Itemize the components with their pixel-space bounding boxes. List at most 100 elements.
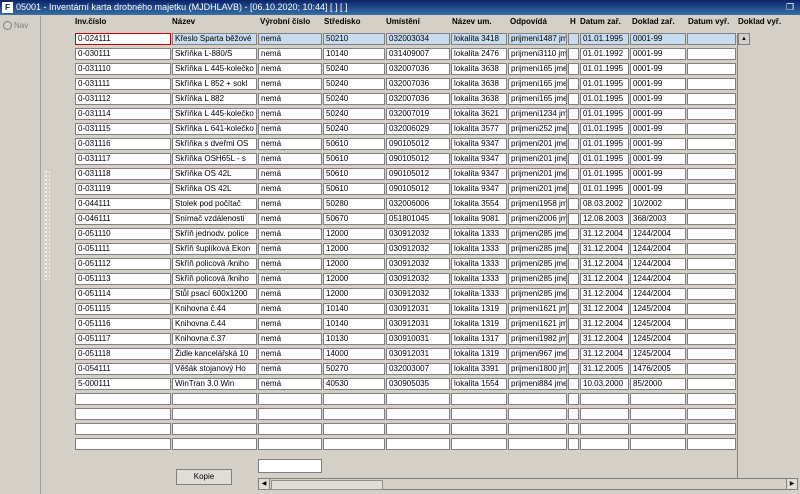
table-cell[interactable] — [172, 408, 257, 420]
table-cell[interactable]: lokalita 3638 — [451, 78, 507, 90]
table-cell[interactable]: 031409007 — [386, 48, 450, 60]
table-cell[interactable] — [568, 258, 579, 270]
table-cell[interactable]: prijmeni285 jmeno — [508, 273, 567, 285]
table-cell[interactable] — [580, 438, 629, 450]
table-cell[interactable]: 0-044111 — [75, 198, 171, 210]
table-cell[interactable]: 50240 — [323, 78, 385, 90]
table-cell[interactable]: 368/2003 — [630, 213, 686, 225]
table-cell[interactable]: prijmeni884 jmeno — [508, 378, 567, 390]
table-cell[interactable]: 051801045 — [386, 213, 450, 225]
table-cell[interactable]: nemá — [258, 93, 322, 105]
table-cell[interactable]: 0001-99 — [630, 93, 686, 105]
table-cell[interactable] — [258, 408, 322, 420]
table-cell[interactable]: 31.12.2004 — [580, 228, 629, 240]
table-cell[interactable]: 0001-99 — [630, 153, 686, 165]
table-cell[interactable]: 032003007 — [386, 363, 450, 375]
table-cell[interactable]: prijmeni285 jmeno — [508, 258, 567, 270]
table-cell[interactable] — [687, 78, 736, 90]
table-cell[interactable] — [568, 408, 579, 420]
table-cell[interactable] — [687, 303, 736, 315]
table-cell[interactable]: lokalita 3418 — [451, 33, 507, 45]
table-cell[interactable]: nemá — [258, 153, 322, 165]
table-cell[interactable]: 0-051112 — [75, 258, 171, 270]
table-cell[interactable]: nemá — [258, 363, 322, 375]
table-cell[interactable]: 0001-99 — [630, 108, 686, 120]
table-cell[interactable] — [687, 273, 736, 285]
table-cell[interactable] — [568, 138, 579, 150]
table-cell[interactable]: 12000 — [323, 243, 385, 255]
table-cell[interactable]: 12000 — [323, 273, 385, 285]
table-cell[interactable] — [687, 138, 736, 150]
horizontal-scrollbar[interactable]: ◀ ▶ — [258, 478, 798, 490]
table-cell[interactable]: nemá — [258, 213, 322, 225]
table-cell[interactable]: 50240 — [323, 108, 385, 120]
table-cell[interactable]: nemá — [258, 378, 322, 390]
table-cell[interactable] — [687, 123, 736, 135]
table-cell[interactable] — [508, 423, 567, 435]
table-cell[interactable]: Židle kancelářská 10 — [172, 348, 257, 360]
table-cell[interactable] — [580, 423, 629, 435]
table-cell[interactable]: 032003034 — [386, 33, 450, 45]
table-cell[interactable]: 12000 — [323, 288, 385, 300]
table-cell[interactable]: prijmeni252 jmeno — [508, 123, 567, 135]
table-cell[interactable]: 0001-99 — [630, 48, 686, 60]
table-cell[interactable] — [568, 183, 579, 195]
column-header[interactable]: Výrobní číslo — [260, 17, 324, 29]
table-cell[interactable]: 0-046111 — [75, 213, 171, 225]
table-cell[interactable]: 030912032 — [386, 243, 450, 255]
table-cell[interactable]: Skříňka L 641-kolečko — [172, 123, 257, 135]
column-header[interactable]: Odpovídá — [510, 17, 569, 29]
table-cell[interactable]: 85/2000 — [630, 378, 686, 390]
table-cell[interactable] — [568, 333, 579, 345]
table-cell[interactable]: 0-031117 — [75, 153, 171, 165]
table-cell[interactable]: 01.01.1995 — [580, 183, 629, 195]
table-cell[interactable]: nemá — [258, 168, 322, 180]
table-cell[interactable]: 31.12.2005 — [580, 363, 629, 375]
table-cell[interactable] — [568, 318, 579, 330]
table-cell[interactable]: 0001-99 — [630, 183, 686, 195]
table-cell[interactable] — [568, 63, 579, 75]
table-cell[interactable]: 0001-99 — [630, 33, 686, 45]
table-cell[interactable]: 0-051111 — [75, 243, 171, 255]
table-cell[interactable] — [580, 408, 629, 420]
table-cell[interactable]: lokalita 9347 — [451, 183, 507, 195]
table-cell[interactable]: 1245/2004 — [630, 333, 686, 345]
table-cell[interactable]: 12000 — [323, 228, 385, 240]
column-header[interactable]: Datum vyř. — [688, 17, 737, 29]
table-cell[interactable]: 1245/2004 — [630, 318, 686, 330]
table-cell[interactable]: prijmeni285 jmeno — [508, 243, 567, 255]
table-cell[interactable] — [687, 438, 736, 450]
table-cell[interactable]: 1244/2004 — [630, 273, 686, 285]
table-cell[interactable]: 50610 — [323, 183, 385, 195]
table-cell[interactable]: nemá — [258, 63, 322, 75]
table-cell[interactable] — [687, 183, 736, 195]
table-cell[interactable]: 0-051117 — [75, 333, 171, 345]
table-cell[interactable] — [451, 408, 507, 420]
table-cell[interactable] — [630, 423, 686, 435]
table-cell[interactable]: 31.12.2004 — [580, 288, 629, 300]
table-cell[interactable]: lokalita 3621 — [451, 108, 507, 120]
table-cell[interactable]: Skříňka L 445-kolečko — [172, 108, 257, 120]
table-cell[interactable]: 090105012 — [386, 183, 450, 195]
table-cell[interactable]: Skříň šuplíková Ekon — [172, 243, 257, 255]
table-cell[interactable]: 12000 — [323, 258, 385, 270]
table-cell[interactable]: lokalita 1319 — [451, 348, 507, 360]
table-cell[interactable]: 01.01.1995 — [580, 153, 629, 165]
table-cell[interactable] — [687, 423, 736, 435]
scroll-thumb[interactable] — [271, 480, 383, 490]
table-cell[interactable]: nemá — [258, 273, 322, 285]
arrow-right-icon[interactable]: ▶ — [786, 479, 797, 489]
table-cell[interactable]: 50670 — [323, 213, 385, 225]
table-cell[interactable]: 31.12.2004 — [580, 303, 629, 315]
table-cell[interactable] — [568, 393, 579, 405]
resize-grip[interactable] — [44, 170, 50, 280]
table-cell[interactable] — [386, 393, 450, 405]
table-cell[interactable]: prijmeni1234 jmeno — [508, 108, 567, 120]
table-cell[interactable] — [687, 108, 736, 120]
table-cell[interactable] — [75, 438, 171, 450]
table-cell[interactable]: Snímač vzdálenosti — [172, 213, 257, 225]
table-cell[interactable]: Knihovna č.44 — [172, 318, 257, 330]
table-cell[interactable]: nemá — [258, 183, 322, 195]
table-cell[interactable] — [386, 423, 450, 435]
table-cell[interactable]: 50240 — [323, 93, 385, 105]
